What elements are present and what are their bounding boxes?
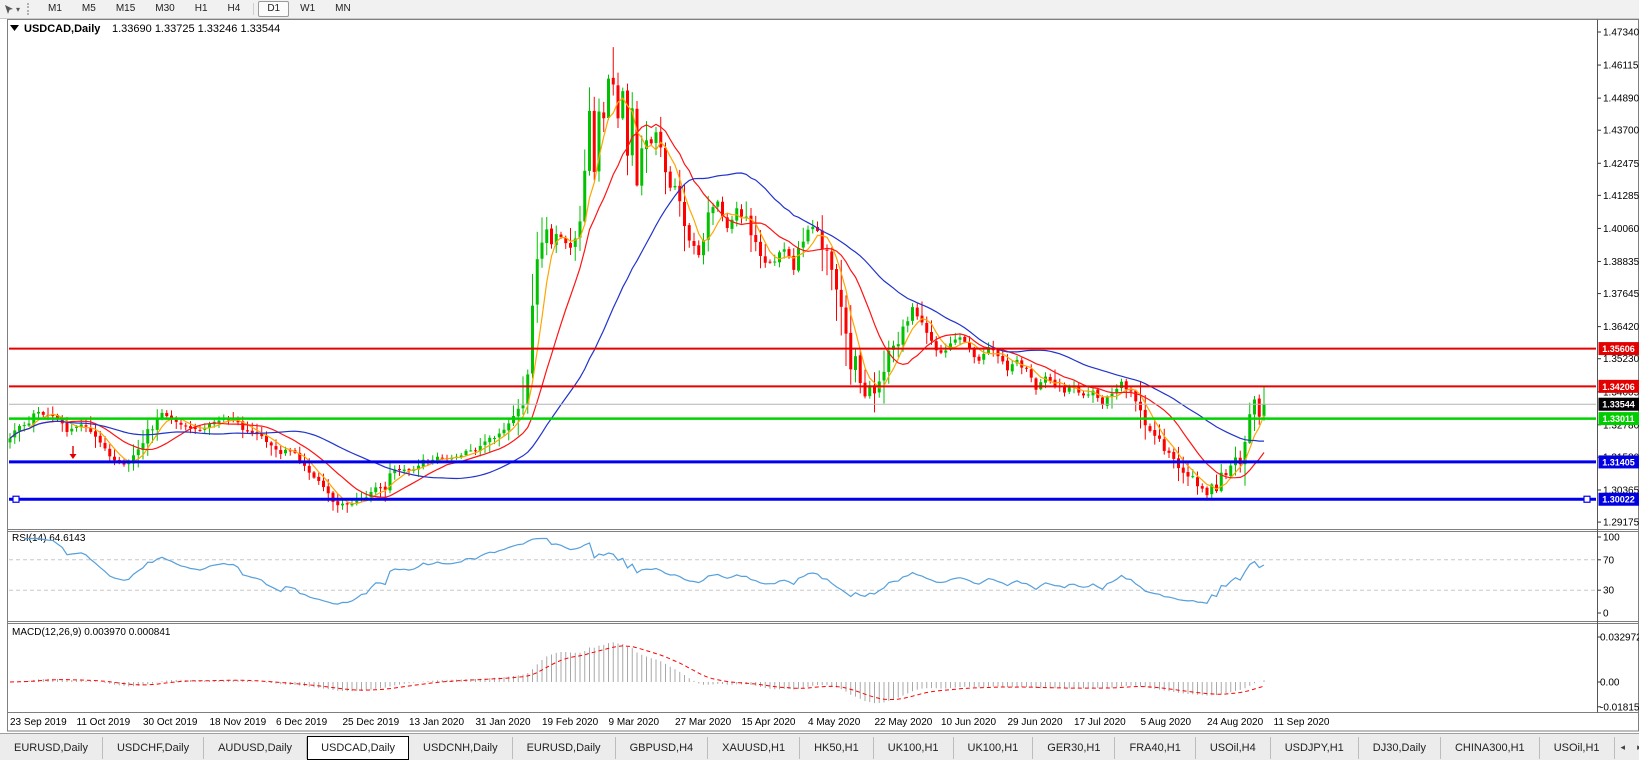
svg-text:1.30022: 1.30022: [1602, 495, 1635, 505]
rsi-line: [24, 539, 1264, 605]
tab-fra40-h1-12[interactable]: FRA40,H1: [1115, 737, 1195, 759]
arrow-object[interactable]: [70, 446, 77, 459]
tab-hk50-h1-8[interactable]: HK50,H1: [800, 737, 874, 759]
svg-text:1.31405: 1.31405: [1602, 457, 1635, 467]
candles-layer: [9, 47, 1266, 513]
tab-usdjpy-h1-14[interactable]: USDJPY,H1: [1271, 737, 1359, 759]
svg-text:9 Mar 2020: 9 Mar 2020: [609, 717, 660, 728]
svg-text:1.35606: 1.35606: [1602, 344, 1635, 354]
date-axis: 23 Sep 2019 11 Oct 2019 30 Oct 2019 18 Nov …: [10, 717, 1330, 728]
tab-scroll-right-icon[interactable]: ▸: [1631, 742, 1639, 753]
svg-text:1.46115: 1.46115: [1603, 61, 1639, 72]
svg-text:4 May 2020: 4 May 2020: [808, 717, 861, 728]
moving-average-34: [10, 173, 1264, 479]
svg-text:29 Jun 2020: 29 Jun 2020: [1008, 717, 1063, 728]
hline-handle[interactable]: [1584, 496, 1590, 502]
rsi-panel: 100 70 30 0: [9, 533, 1620, 620]
svg-text:1.35230: 1.35230: [1603, 354, 1639, 365]
title-collapse-triangle-icon[interactable]: [10, 25, 19, 31]
svg-text:1.33544: 1.33544: [1602, 400, 1635, 410]
tab-audusd-daily-2[interactable]: AUDUSD,Daily: [204, 737, 307, 759]
svg-text:31 Jan 2020: 31 Jan 2020: [476, 717, 531, 728]
tab-scroll-left-icon[interactable]: ◂: [1615, 742, 1632, 753]
svg-text:0.032972: 0.032972: [1600, 632, 1639, 643]
svg-text:1.34206: 1.34206: [1602, 382, 1635, 392]
tab-gbpusd-h4-6[interactable]: GBPUSD,H4: [616, 737, 709, 759]
svg-text:10 Jun 2020: 10 Jun 2020: [941, 717, 996, 728]
chart-tab-bar: EURUSD,DailyUSDCHF,DailyAUDUSD,DailyUSDC…: [0, 733, 1639, 760]
svg-text:5 Aug 2020: 5 Aug 2020: [1141, 717, 1192, 728]
tab-uk100-h1-10[interactable]: UK100,H1: [954, 737, 1034, 759]
tab-xauusd-h1-7[interactable]: XAUUSD,H1: [708, 737, 800, 759]
svg-text:13 Jan 2020: 13 Jan 2020: [409, 717, 464, 728]
svg-text:1.42475: 1.42475: [1603, 159, 1639, 170]
price-tags: 1.35606 1.34206 1.33544 1.33011 1.31405 1.300…: [1599, 342, 1639, 506]
svg-text:30: 30: [1603, 586, 1615, 597]
svg-text:1.33011: 1.33011: [1602, 414, 1634, 424]
svg-text:0: 0: [1603, 609, 1609, 620]
tab-usdcnh-daily-4[interactable]: USDCNH,Daily: [409, 737, 513, 759]
tab-eurusd-daily-5[interactable]: EURUSD,Daily: [513, 737, 616, 759]
tab-eurusd-daily-0[interactable]: EURUSD,Daily: [0, 737, 103, 759]
hline-handle[interactable]: [13, 496, 19, 502]
svg-text:1.47340: 1.47340: [1603, 28, 1639, 39]
svg-text:22 May 2020: 22 May 2020: [875, 717, 933, 728]
tab-usoil-h4-13[interactable]: USOil,H4: [1196, 737, 1271, 759]
tab-usdcad-daily-3[interactable]: USDCAD,Daily: [307, 736, 409, 760]
tab-ger30-h1-11[interactable]: GER30,H1: [1033, 737, 1115, 759]
svg-text:24 Aug 2020: 24 Aug 2020: [1207, 717, 1264, 728]
svg-text:1.37645: 1.37645: [1603, 289, 1639, 300]
svg-text:19 Feb 2020: 19 Feb 2020: [542, 717, 599, 728]
svg-text:15 Apr 2020: 15 Apr 2020: [742, 717, 796, 728]
svg-text:27 Mar 2020: 27 Mar 2020: [675, 717, 732, 728]
macd-indicator-label: MACD(12,26,9) 0.003970 0.000841: [12, 627, 171, 638]
svg-text:1.41285: 1.41285: [1603, 191, 1639, 202]
svg-text:11 Sep 2020: 11 Sep 2020: [1274, 717, 1330, 728]
chart-canvas[interactable]: USDCAD,Daily 1.33690 1.33725 1.33246 1.3…: [0, 0, 1639, 760]
tab-usoil-h1-17[interactable]: USOil,H1: [1540, 737, 1615, 759]
svg-text:1.43700: 1.43700: [1603, 126, 1639, 137]
svg-text:100: 100: [1603, 533, 1620, 544]
svg-text:6 Dec 2019: 6 Dec 2019: [276, 717, 328, 728]
tab-uk100-h1-9[interactable]: UK100,H1: [874, 737, 954, 759]
svg-text:-0.018154: -0.018154: [1600, 702, 1639, 713]
svg-text:1.36420: 1.36420: [1603, 322, 1639, 333]
svg-text:23 Sep 2019: 23 Sep 2019: [10, 717, 67, 728]
svg-text:17 Jul 2020: 17 Jul 2020: [1074, 717, 1126, 728]
svg-text:30 Oct 2019: 30 Oct 2019: [143, 717, 198, 728]
svg-text:70: 70: [1603, 555, 1615, 566]
macd-panel: 0.032972 0.00 -0.018154: [10, 632, 1639, 713]
mt4-window: ▾ M1M5M15M30H1H4D1W1MN USDCAD,Daily 1.33…: [0, 0, 1639, 760]
pane-borders: [8, 20, 1639, 732]
tab-dj30-daily-15[interactable]: DJ30,Daily: [1359, 737, 1441, 759]
svg-text:1.44890: 1.44890: [1603, 94, 1639, 105]
svg-text:18 Nov 2019: 18 Nov 2019: [210, 717, 267, 728]
tab-usdchf-daily-1[interactable]: USDCHF,Daily: [103, 737, 204, 759]
chart-title: USDCAD,Daily: [24, 23, 101, 35]
svg-text:1.29175: 1.29175: [1603, 518, 1639, 529]
svg-text:1.38835: 1.38835: [1603, 257, 1639, 268]
svg-text:1.40060: 1.40060: [1603, 224, 1639, 235]
rsi-indicator-label: RSI(14) 64.6143: [12, 533, 86, 544]
svg-text:25 Dec 2019: 25 Dec 2019: [343, 717, 400, 728]
tab-china300-h1-16[interactable]: CHINA300,H1: [1441, 737, 1540, 759]
svg-text:11 Oct 2019: 11 Oct 2019: [77, 717, 131, 728]
chart-quote-line: 1.33690 1.33725 1.33246 1.33544: [112, 23, 280, 35]
price-axis: 1.47340 1.46115 1.44890 1.43700 1.42475 1.412…: [1598, 28, 1639, 529]
svg-text:0.00: 0.00: [1600, 678, 1620, 689]
